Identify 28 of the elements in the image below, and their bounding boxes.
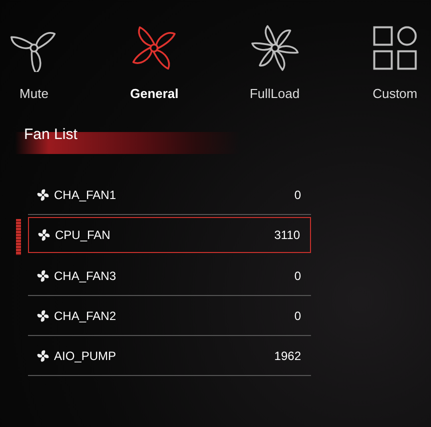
fan-speed: 1962	[274, 348, 301, 362]
mode-tab[interactable]: Mute	[4, 24, 64, 101]
fan-row[interactable]: CHA_FAN3 0	[28, 256, 311, 296]
selection-marker	[16, 219, 21, 255]
fan-name: AIO_PUMP	[54, 348, 118, 362]
fan-speed: 0	[294, 308, 301, 322]
grid-icon	[370, 24, 419, 72]
fan-icon	[37, 350, 49, 362]
fan-speed: 3110	[274, 228, 300, 242]
fan-row[interactable]: CHA_FAN1 0	[28, 175, 311, 215]
fan-icon	[38, 229, 50, 241]
mode-tab[interactable]: FullLoad	[244, 24, 305, 101]
fan-icon	[250, 24, 299, 72]
fan-row[interactable]: AIO_PUMP 1962	[28, 336, 311, 376]
fan-icon	[37, 188, 49, 200]
fan-name: CPU_FAN	[55, 228, 112, 242]
fan-name: CHA_FAN1	[54, 188, 118, 202]
fan-icon	[130, 24, 178, 72]
fan-name: CHA_FAN2	[54, 308, 118, 322]
fan-icon	[37, 270, 49, 282]
fan-speed: 0	[294, 188, 301, 202]
fan-icon	[37, 310, 49, 322]
mode-tab[interactable]: Custom	[364, 24, 425, 101]
fan-row[interactable]: CPU_FAN 3110	[28, 217, 311, 253]
mode-tab[interactable]: General	[124, 24, 184, 101]
fan-name: CHA_FAN3	[54, 268, 118, 282]
fan-speed: 0	[294, 268, 301, 282]
fan-row[interactable]: CHA_FAN2 0	[28, 296, 311, 336]
